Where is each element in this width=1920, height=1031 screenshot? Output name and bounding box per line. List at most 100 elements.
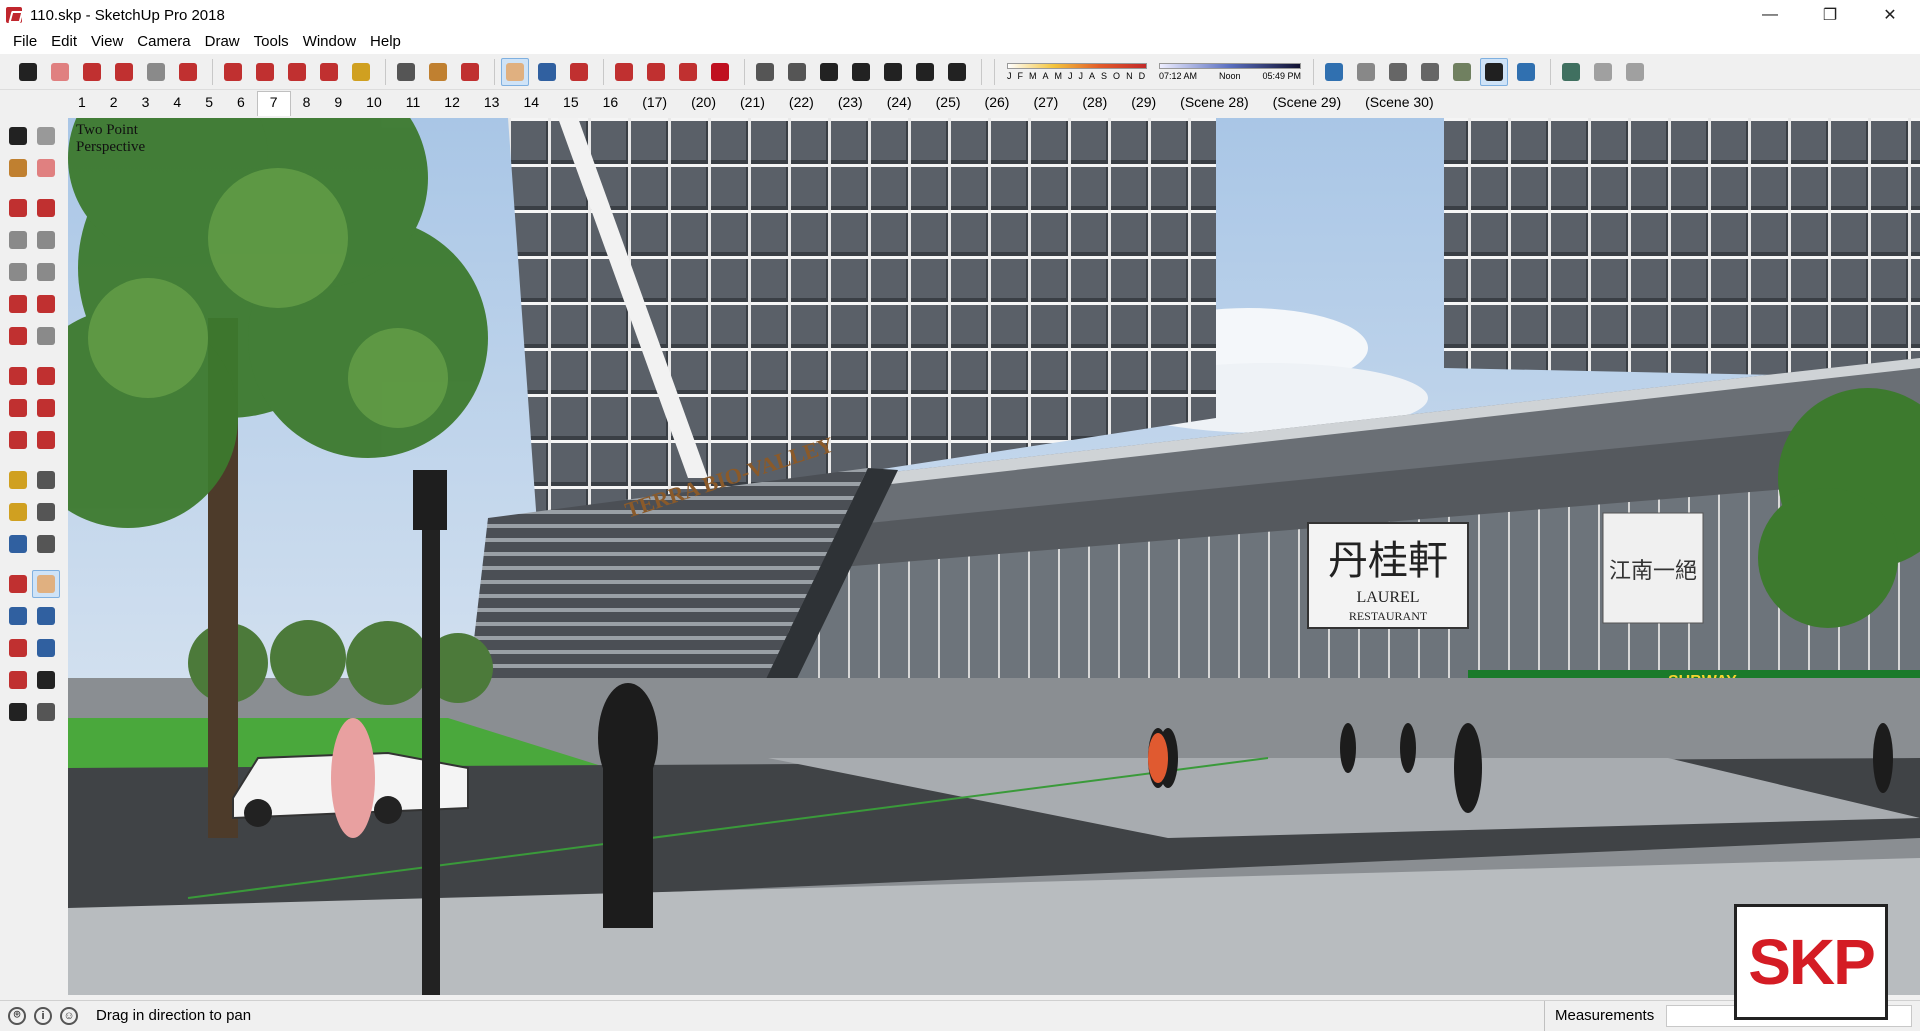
zoom-extents-tool-button[interactable] xyxy=(4,634,32,662)
move-tool-button[interactable] xyxy=(4,362,32,390)
look-around-tool-button[interactable] xyxy=(32,666,60,694)
user-account-icon[interactable]: ☺ xyxy=(60,1006,78,1025)
paint-bucket-tool-button[interactable] xyxy=(424,58,452,86)
right-view-button[interactable] xyxy=(847,58,875,86)
scene-tab[interactable]: 15 xyxy=(551,92,591,116)
front-view-button[interactable] xyxy=(815,58,843,86)
scene-tab[interactable]: 5 xyxy=(193,92,225,116)
close-button[interactable]: ✕ xyxy=(1860,0,1920,30)
rotate-tool-button[interactable] xyxy=(283,58,311,86)
shaded-textures-style-button[interactable] xyxy=(1480,57,1508,86)
maximize-button[interactable]: ❐ xyxy=(1800,0,1860,30)
scene-tab[interactable]: (21) xyxy=(728,92,777,116)
scene-tab[interactable]: (22) xyxy=(777,92,826,116)
scene-tab[interactable]: (24) xyxy=(875,92,924,116)
menu-draw[interactable]: Draw xyxy=(198,30,247,54)
scene-tab[interactable]: 16 xyxy=(591,92,631,116)
scene-tab[interactable]: 14 xyxy=(511,92,551,116)
polygon-tool-button[interactable] xyxy=(32,258,60,286)
scene-tab[interactable]: (Scene 28) xyxy=(1168,92,1260,116)
previous-view-tool-button[interactable] xyxy=(32,634,60,662)
orbit-tool-button[interactable] xyxy=(456,58,484,86)
scene-tab[interactable]: 10 xyxy=(354,92,394,116)
drawing-viewport[interactable]: 丹桂軒 LAUREL RESTAURANT 江南一絕 SUBWAY TERRA … xyxy=(68,118,1920,995)
shadows-toggle-button[interactable] xyxy=(943,58,971,86)
rotate-tool-button[interactable] xyxy=(4,394,32,422)
push-pull-tool-button[interactable] xyxy=(174,58,202,86)
scene-tab[interactable]: (20) xyxy=(679,92,728,116)
scene-tab[interactable]: 4 xyxy=(161,92,193,116)
geo-location-button[interactable] xyxy=(1557,58,1585,86)
pan-tool-button[interactable] xyxy=(501,57,529,86)
position-camera-tool-button[interactable] xyxy=(4,666,32,694)
menu-file[interactable]: File xyxy=(6,30,44,54)
pencil-tool-button[interactable] xyxy=(78,58,106,86)
scene-tab[interactable]: (27) xyxy=(1021,92,1070,116)
3d-text-tool-button[interactable] xyxy=(32,530,60,558)
rectangle-tool-button[interactable] xyxy=(4,226,32,254)
text-tool-button[interactable] xyxy=(392,58,420,86)
credits-info-icon[interactable]: i xyxy=(34,1006,52,1025)
zoom-window-tool-button[interactable] xyxy=(32,602,60,630)
select-tool-button[interactable] xyxy=(4,122,32,150)
zoom-extents-tool-button[interactable] xyxy=(565,58,593,86)
menu-window[interactable]: Window xyxy=(296,30,363,54)
circle-tool-button[interactable] xyxy=(4,258,32,286)
extension-warehouse-button[interactable] xyxy=(642,58,670,86)
scene-tab[interactable]: 2 xyxy=(98,92,130,116)
scene-tab[interactable]: 1 xyxy=(66,92,98,116)
rectangle-tool-button[interactable] xyxy=(142,58,170,86)
back-edges-style-button[interactable] xyxy=(1352,58,1380,86)
scene-tab[interactable]: 9 xyxy=(322,92,354,116)
section-plane-tool-button[interactable] xyxy=(32,698,60,726)
scene-tab[interactable]: 11 xyxy=(394,92,433,116)
scene-tab[interactable]: 7 xyxy=(256,91,291,116)
shaded-style-button[interactable] xyxy=(1448,58,1476,86)
axes-tool-button[interactable] xyxy=(4,530,32,558)
zoom-tool-button[interactable] xyxy=(533,58,561,86)
menu-tools[interactable]: Tools xyxy=(247,30,296,54)
paint-tool-button[interactable] xyxy=(4,154,32,182)
iso-view-button[interactable] xyxy=(751,58,779,86)
dimension-tool-button[interactable] xyxy=(32,466,60,494)
zoom-tool-button[interactable] xyxy=(4,602,32,630)
scene-tab[interactable]: (25) xyxy=(924,92,973,116)
scene-tab[interactable]: 6 xyxy=(225,92,257,116)
warehouse-button[interactable] xyxy=(610,58,638,86)
back-view-button[interactable] xyxy=(879,58,907,86)
menu-view[interactable]: View xyxy=(84,30,130,54)
wireframe-style-button[interactable] xyxy=(1384,58,1412,86)
hidden-line-style-button[interactable] xyxy=(1416,58,1444,86)
follow-me-tool-button[interactable] xyxy=(32,394,60,422)
component-tool-button[interactable] xyxy=(32,122,60,150)
scene-tab[interactable]: (Scene 29) xyxy=(1261,92,1353,116)
scene-tab[interactable]: (28) xyxy=(1070,92,1119,116)
monochrome-style-button[interactable] xyxy=(1512,58,1540,86)
tape-measure-tool-button[interactable] xyxy=(4,466,32,494)
scene-tab[interactable]: (29) xyxy=(1119,92,1168,116)
menu-edit[interactable]: Edit xyxy=(44,30,84,54)
three-point-arc-tool-button[interactable] xyxy=(4,322,32,350)
text-tool-button[interactable] xyxy=(32,498,60,526)
send-to-layout-button[interactable] xyxy=(674,58,702,86)
section-plane-button[interactable] xyxy=(1589,58,1617,86)
minimize-button[interactable]: — xyxy=(1740,0,1800,30)
menu-camera[interactable]: Camera xyxy=(130,30,197,54)
line-tool-button[interactable] xyxy=(4,194,32,222)
arc-tool-button[interactable] xyxy=(4,290,32,318)
orbit-tool-button[interactable] xyxy=(4,570,32,598)
tape-measure-tool-button[interactable] xyxy=(347,58,375,86)
shadow-time-slider[interactable]: 07:12 AM Noon 05:49 PM xyxy=(1159,62,1301,81)
shadow-date-slider[interactable]: JFMAMJJASOND xyxy=(1007,62,1147,81)
eraser-tool-button[interactable] xyxy=(32,154,60,182)
arc-tool-button[interactable] xyxy=(110,58,138,86)
scene-tab[interactable]: 3 xyxy=(130,92,162,116)
select-tool-button[interactable] xyxy=(14,58,42,86)
offset-tool-button[interactable] xyxy=(32,426,60,454)
protractor-tool-button[interactable] xyxy=(4,498,32,526)
two-point-arc-tool-button[interactable] xyxy=(32,290,60,318)
section-display-button[interactable] xyxy=(1621,58,1649,86)
rotated-rectangle-tool-button[interactable] xyxy=(32,226,60,254)
move-tool-button[interactable] xyxy=(251,58,279,86)
scene-tab[interactable]: 13 xyxy=(472,92,512,116)
